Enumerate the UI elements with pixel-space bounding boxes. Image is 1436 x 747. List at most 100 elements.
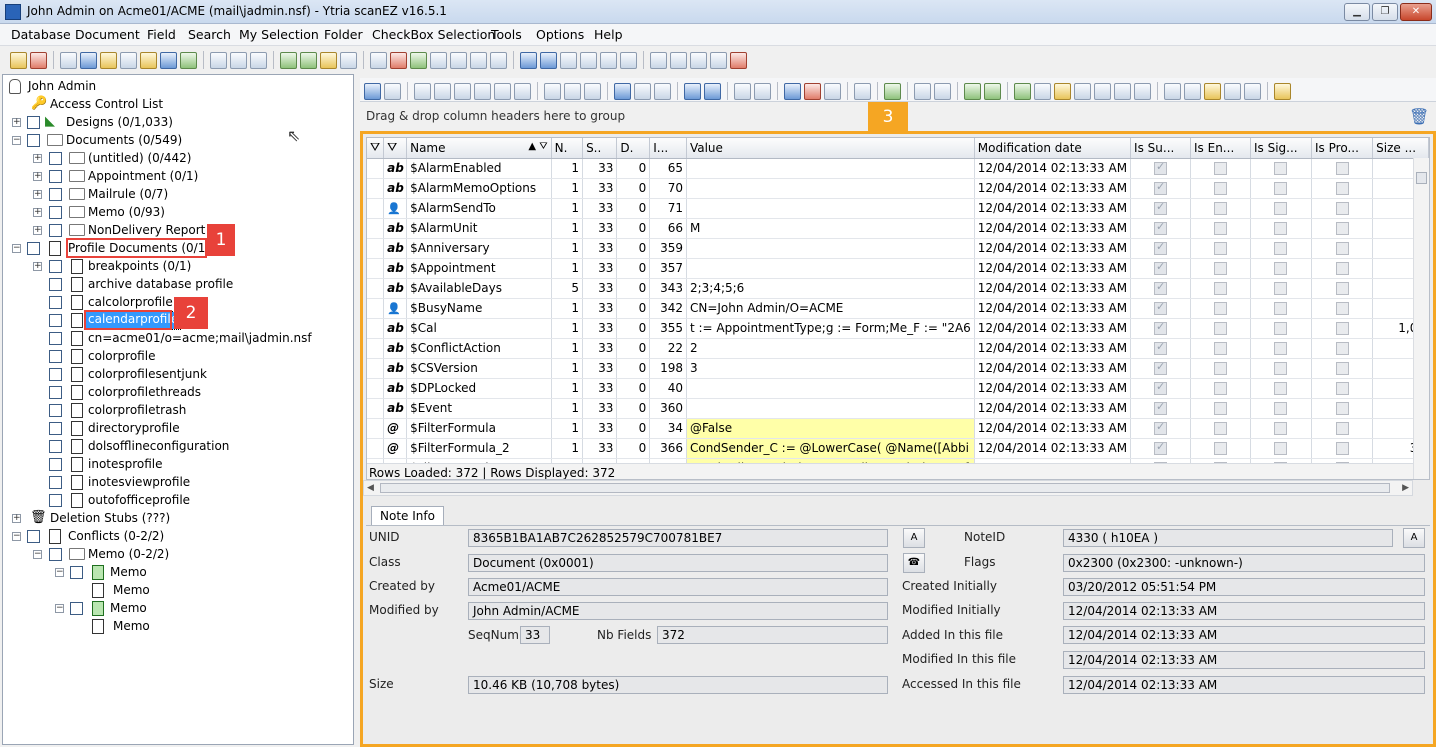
collapse-icon[interactable]: −	[55, 568, 64, 577]
link-icon[interactable]	[620, 51, 637, 69]
checkbox[interactable]	[1274, 402, 1288, 415]
checkbox[interactable]	[1274, 302, 1288, 315]
table-row[interactable]: ab $Appointment 1 33 0 357 12/04/2014 02:13:33…	[367, 258, 1429, 279]
copy-icon[interactable]	[520, 51, 537, 69]
table-row[interactable]: ab $CSVersion 1 33 0 198 3 12/04/2014 02:13:33 …	[367, 358, 1429, 379]
menu-my-selection[interactable]: My Selection	[239, 27, 319, 42]
checkbox[interactable]	[49, 458, 62, 471]
ungroup-icon[interactable]	[474, 82, 491, 100]
checkbox[interactable]	[1274, 182, 1288, 195]
zoom-out-icon[interactable]	[804, 82, 821, 100]
checkbox[interactable]	[1213, 322, 1227, 335]
checkbox[interactable]	[1213, 302, 1227, 315]
tab-note-info[interactable]: Note Info	[371, 506, 444, 526]
collapse-icon[interactable]: −	[55, 604, 64, 613]
checkbox[interactable]	[49, 278, 62, 291]
column-sort-icon[interactable]	[1054, 82, 1071, 100]
filter-column-header[interactable]: ⛛	[367, 138, 385, 159]
checkbox[interactable]	[1154, 440, 1168, 455]
checkbox[interactable]	[1335, 362, 1349, 375]
checkbox[interactable]	[1274, 422, 1288, 435]
checkbox[interactable]	[1335, 162, 1349, 175]
seqnum-field[interactable]: 33	[520, 626, 550, 644]
value-cell[interactable]	[686, 158, 975, 179]
forward-icon[interactable]	[964, 82, 981, 100]
checkbox[interactable]	[1154, 340, 1168, 355]
checkbox[interactable]	[1154, 300, 1168, 315]
select-icon[interactable]	[470, 51, 487, 69]
checkbox[interactable]	[49, 296, 62, 309]
checkbox[interactable]	[1335, 342, 1349, 355]
checkbox-deselect-icon[interactable]	[670, 51, 687, 69]
copy-rows-icon[interactable]	[634, 82, 651, 100]
uncheck-icon[interactable]	[390, 51, 407, 69]
table-row[interactable]: 👤 $BusyName 1 33 0 342 CN=John Admin/O=ACME 12/…	[367, 298, 1429, 319]
table-row[interactable]: ab $Cal 1 33 0 355 t := AppointmentType;g := F…	[367, 318, 1429, 339]
menu-search[interactable]: Search	[188, 27, 231, 42]
collapse-icon[interactable]	[450, 51, 467, 69]
settings-clear-icon[interactable]	[1224, 82, 1241, 100]
new-document-icon[interactable]	[320, 51, 337, 69]
checkbox[interactable]	[49, 548, 62, 561]
menu-tools[interactable]: Tools	[491, 27, 522, 42]
delete-icon[interactable]: 🗑	[1409, 107, 1429, 126]
menu-field[interactable]: Field	[147, 27, 176, 42]
value-cell[interactable]	[686, 178, 975, 199]
menu-options[interactable]: Options	[536, 27, 584, 42]
export-icon[interactable]	[180, 51, 197, 69]
checkbox[interactable]	[49, 152, 62, 165]
font-button[interactable]: A	[1403, 528, 1425, 548]
table-row[interactable]: @ $FilterFormula_2 1 33 0 366 CondSender_C := …	[367, 438, 1429, 459]
i-column-header[interactable]: I...	[649, 138, 687, 159]
scroll-thumb[interactable]	[1416, 172, 1427, 184]
flags-field[interactable]: 0x2300 (0x2300: -unknown-)	[1063, 554, 1425, 572]
formula-icon[interactable]	[210, 51, 227, 69]
value-cell[interactable]	[686, 198, 975, 219]
filter-grid-icon[interactable]	[854, 82, 871, 100]
table-row[interactable]: ab $AlarmEnabled 1 33 0 65 12/04/2014 02:13:33…	[367, 158, 1429, 179]
checkbox[interactable]	[49, 314, 62, 327]
checkbox-clear-icon[interactable]	[730, 51, 747, 69]
checkbox[interactable]	[1154, 220, 1168, 235]
fields-icon[interactable]	[1094, 82, 1111, 100]
refresh-icon[interactable]	[80, 51, 97, 69]
menu-help[interactable]: Help	[594, 27, 623, 42]
collapse-icon[interactable]: −	[12, 136, 21, 145]
grid-properties-icon[interactable]	[1134, 82, 1151, 100]
class-field[interactable]: Document (0x0001)	[468, 554, 888, 572]
expand-icon[interactable]: +	[12, 514, 21, 523]
checkbox[interactable]	[1213, 382, 1227, 395]
document-search-icon[interactable]	[120, 51, 137, 69]
noteid-field[interactable]: 4330 ( h10EA )	[1063, 529, 1393, 547]
flags-button[interactable]: ☎	[903, 553, 925, 573]
checkbox[interactable]	[1274, 442, 1288, 455]
checkbox[interactable]	[1213, 162, 1227, 175]
zoom-in-icon[interactable]	[784, 82, 801, 100]
checkbox[interactable]	[49, 386, 62, 399]
table-row[interactable]: ab $AvailableDays 5 33 0 343 2;3;4;5;6 12/04/20…	[367, 278, 1429, 299]
checkbox[interactable]	[49, 476, 62, 489]
collapse-icon[interactable]: −	[33, 550, 42, 559]
accessed-field[interactable]: 12/04/2014 02:13:33 AM	[1063, 676, 1425, 694]
table-row[interactable]: ab $Event 1 33 0 360 12/04/2014 02:13:33 AM	[367, 398, 1429, 419]
minimize-button[interactable]: ▁	[1344, 3, 1370, 21]
checkbox[interactable]	[1154, 260, 1168, 275]
window-options-icon[interactable]	[754, 82, 771, 100]
checkbox[interactable]	[1213, 282, 1227, 295]
import-grid-icon[interactable]	[704, 82, 721, 100]
restore-button[interactable]: ❐	[1372, 3, 1398, 21]
checkbox[interactable]	[49, 422, 62, 435]
checkbox[interactable]	[1335, 382, 1349, 395]
checkbox[interactable]	[1335, 262, 1349, 275]
modifiedby-field[interactable]: John Admin/ACME	[468, 602, 888, 620]
value-cell[interactable]: CN=John Admin/O=ACME	[686, 298, 975, 319]
close-button[interactable]: ✕	[1400, 3, 1432, 21]
checkbox[interactable]	[49, 404, 62, 417]
vertical-scrollbar[interactable]	[1413, 158, 1429, 479]
collapse-rows-icon[interactable]	[934, 82, 951, 100]
checkbox[interactable]	[1335, 302, 1349, 315]
tree-collapse-icon[interactable]	[514, 82, 531, 100]
checkbox[interactable]	[1274, 222, 1288, 235]
value-cell[interactable]	[686, 378, 975, 399]
modinit-field[interactable]: 12/04/2014 02:13:33 AM	[1063, 602, 1425, 620]
